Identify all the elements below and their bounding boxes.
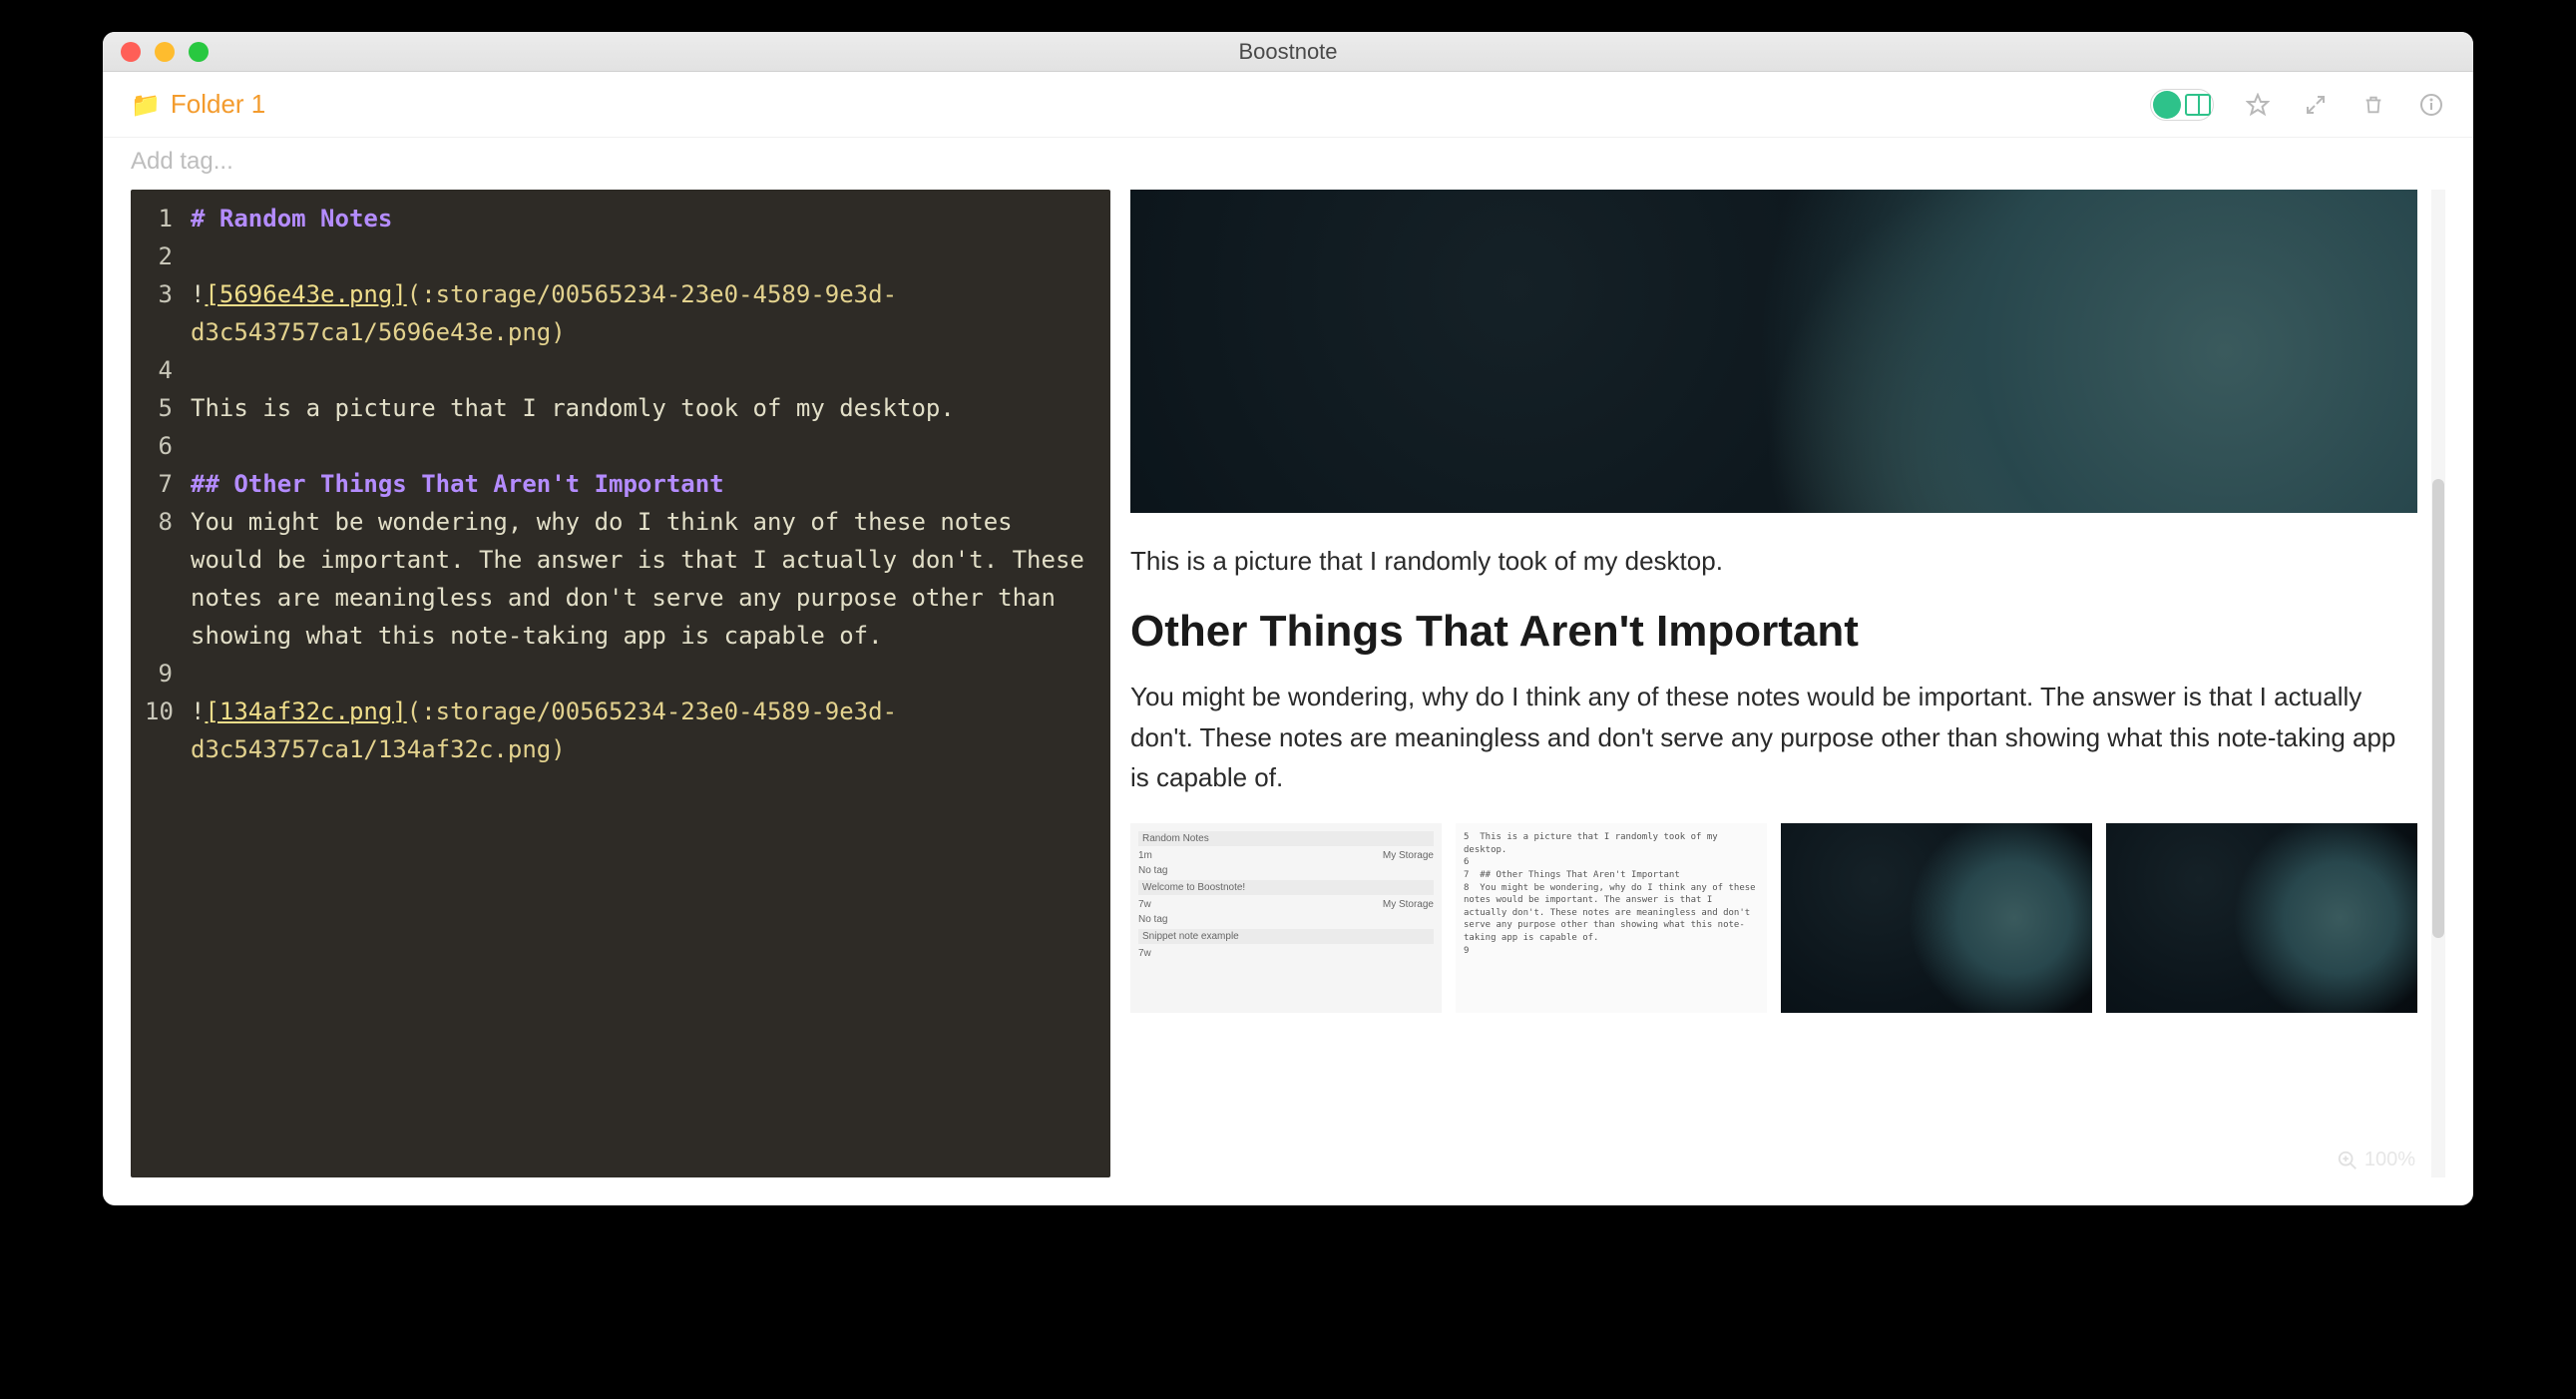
line-number: 3 <box>145 275 191 351</box>
editor-line[interactable]: 7## Other Things That Aren't Important <box>145 465 1096 503</box>
window-title: Boostnote <box>103 39 2473 65</box>
editor-line[interactable]: 5This is a picture that I randomly took … <box>145 389 1096 427</box>
line-number: 5 <box>145 389 191 427</box>
line-content[interactable]: You might be wondering, why do I think a… <box>191 503 1096 655</box>
preview-pane-wrap: This is a picture that I randomly took o… <box>1130 190 2445 1177</box>
editor-line[interactable]: 2 <box>145 237 1096 275</box>
window-minimize-button[interactable] <box>155 42 175 62</box>
zoom-label: 100% <box>2364 1149 2415 1171</box>
expand-icon[interactable] <box>2302 91 2330 119</box>
preview-thumbnail-row: Random Notes 1mMy Storage No tag Welcome… <box>1130 823 2417 1013</box>
traffic-lights <box>103 42 209 62</box>
line-content[interactable] <box>191 237 1096 275</box>
editor-line[interactable]: 3![5696e43e.png](:storage/00565234-23e0-… <box>145 275 1096 351</box>
preview-scrollbar-thumb[interactable] <box>2432 479 2444 938</box>
editor-line[interactable]: 8You might be wondering, why do I think … <box>145 503 1096 655</box>
header-actions <box>2150 89 2445 121</box>
line-content[interactable]: ![134af32c.png](:storage/00565234-23e0-4… <box>191 693 1096 768</box>
thumbnail-sidebar: Random Notes 1mMy Storage No tag Welcome… <box>1130 823 1442 1013</box>
thumb-row: Snippet note example <box>1138 929 1434 944</box>
preview-heading: Other Things That Aren't Important <box>1130 607 2417 657</box>
thumb-row: Random Notes <box>1138 831 1434 846</box>
tag-row <box>103 138 2473 190</box>
note-header: Folder 1 <box>103 72 2473 138</box>
line-content[interactable]: ## Other Things That Aren't Important <box>191 465 1096 503</box>
thumb-row: 7w <box>1138 948 1434 959</box>
preview-pane: This is a picture that I randomly took o… <box>1130 190 2445 1177</box>
line-content[interactable] <box>191 655 1096 693</box>
view-mode-toggle <box>2150 89 2214 121</box>
preview-scrollbar[interactable] <box>2431 190 2445 1177</box>
line-content[interactable] <box>191 351 1096 389</box>
line-content[interactable] <box>191 427 1096 465</box>
line-number: 10 <box>145 693 191 768</box>
thumbnail-image <box>2106 823 2417 1013</box>
line-content[interactable]: This is a picture that I randomly took o… <box>191 389 1096 427</box>
line-number: 8 <box>145 503 191 655</box>
thumbnail-image <box>1781 823 2092 1013</box>
folder-icon <box>131 89 161 120</box>
line-number: 6 <box>145 427 191 465</box>
thumb-row: 1mMy Storage <box>1138 850 1434 861</box>
trash-icon[interactable] <box>2360 91 2387 119</box>
tag-input[interactable] <box>131 148 430 176</box>
line-number: 7 <box>145 465 191 503</box>
thumb-row: No tag <box>1138 865 1434 876</box>
editor-line[interactable]: 10![134af32c.png](:storage/00565234-23e0… <box>145 693 1096 768</box>
folder-name: Folder 1 <box>171 89 265 120</box>
editor-line[interactable]: 1# Random Notes <box>145 200 1096 237</box>
star-icon[interactable] <box>2244 91 2272 119</box>
preview-hero-image <box>1130 190 2417 513</box>
preview-paragraph: This is a picture that I randomly took o… <box>1130 541 2417 581</box>
thumbnail-editor: 5 This is a picture that I randomly took… <box>1456 823 1767 1013</box>
line-number: 9 <box>145 655 191 693</box>
folder-breadcrumb[interactable]: Folder 1 <box>131 89 265 120</box>
line-number: 4 <box>145 351 191 389</box>
line-content[interactable]: ![5696e43e.png](:storage/00565234-23e0-4… <box>191 275 1096 351</box>
thumb-row: 7wMy Storage <box>1138 899 1434 910</box>
window-close-button[interactable] <box>121 42 141 62</box>
zoom-indicator[interactable]: 100% <box>2337 1149 2415 1171</box>
line-number: 2 <box>145 237 191 275</box>
editor-line[interactable]: 9 <box>145 655 1096 693</box>
editor-line[interactable]: 4 <box>145 351 1096 389</box>
view-solid-icon[interactable] <box>2153 91 2181 119</box>
info-icon[interactable] <box>2417 91 2445 119</box>
preview-paragraph: You might be wondering, why do I think a… <box>1130 677 2417 797</box>
markdown-editor[interactable]: 1# Random Notes23![5696e43e.png](:storag… <box>131 190 1110 1177</box>
titlebar: Boostnote <box>103 32 2473 72</box>
zoom-in-icon <box>2337 1150 2359 1171</box>
editor-preview-split: 1# Random Notes23![5696e43e.png](:storag… <box>103 190 2473 1205</box>
line-content[interactable]: # Random Notes <box>191 200 1096 237</box>
thumb-row: Welcome to Boostnote! <box>1138 880 1434 895</box>
app-window: Boostnote Folder 1 <box>103 32 2473 1205</box>
line-number: 1 <box>145 200 191 237</box>
window-maximize-button[interactable] <box>189 42 209 62</box>
view-split-icon[interactable] <box>2185 94 2211 116</box>
thumb-row: No tag <box>1138 914 1434 925</box>
editor-line[interactable]: 6 <box>145 427 1096 465</box>
